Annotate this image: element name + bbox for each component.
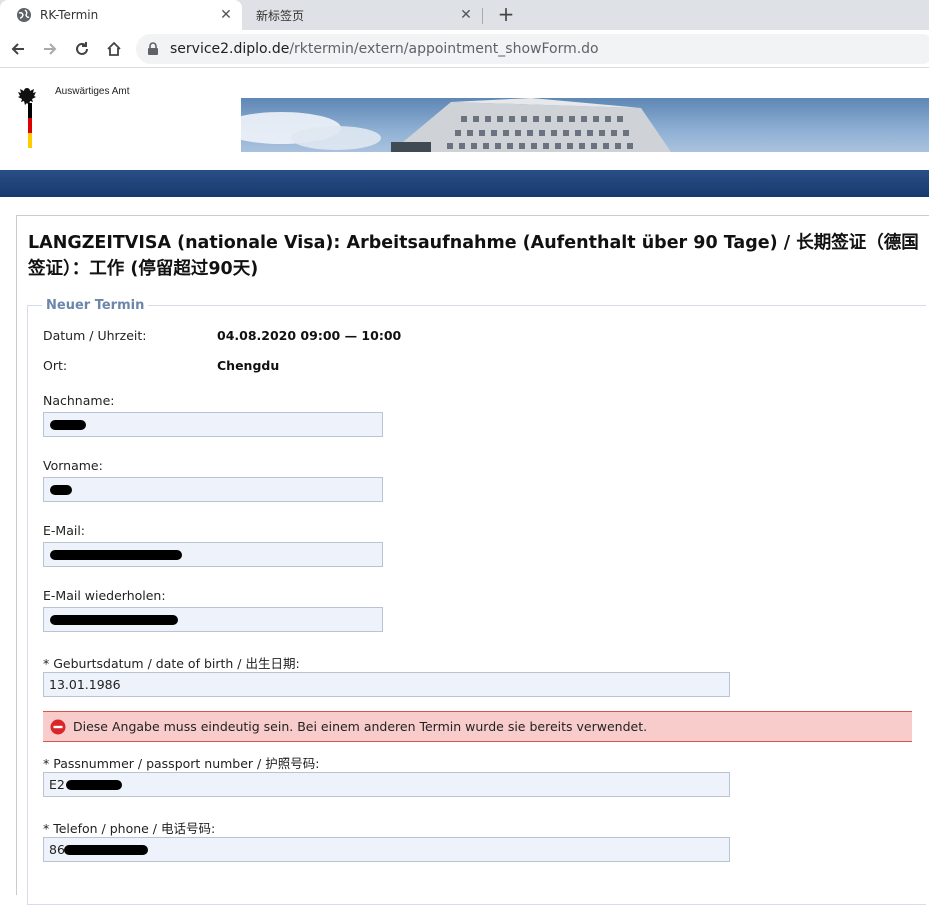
email-repeat-label: E-Mail wiederholen: [43, 588, 166, 603]
tab-new-tab[interactable]: 新标签页 ✕ [242, 0, 482, 30]
url-host: service2.diplo.de [170, 41, 290, 57]
birthdate-value: 13.01.1986 [49, 677, 121, 692]
phone-value: 86 [49, 842, 65, 857]
lastname-input[interactable] [43, 412, 383, 437]
header-banner-image [241, 98, 929, 152]
error-icon [50, 719, 66, 734]
form-legend: Neuer Termin [42, 298, 149, 313]
browser-toolbar: service2.diplo.de/rktermin/extern/appoin… [0, 30, 929, 68]
close-icon[interactable]: ✕ [458, 7, 474, 23]
federal-eagle-logo [16, 86, 38, 112]
globe-icon [17, 8, 31, 22]
date-value: 04.08.2020 09:00 — 10:00 [217, 328, 402, 343]
redaction-mark [50, 485, 72, 495]
birthdate-label: * Geburtsdatum / date of birth / 出生日期: [43, 656, 300, 671]
error-message: Diese Angabe muss eindeutig sein. Bei ei… [43, 711, 912, 742]
url-path: /rktermin/extern/appointment_showForm.do [289, 41, 599, 57]
firstname-label: Vorname: [43, 458, 103, 473]
tab-rk-termin[interactable]: RK-Termin ✕ [0, 0, 242, 30]
eagle-icon [18, 88, 36, 105]
tab-bar: RK-Termin ✕ 新标签页 ✕ + [0, 0, 929, 30]
email-label: E-Mail: [43, 523, 86, 538]
birthdate-input[interactable]: 13.01.1986 [43, 672, 730, 697]
german-flag-bar [28, 103, 32, 148]
redaction-mark [50, 615, 178, 625]
tab-separator [482, 8, 483, 24]
forward-arrow-icon[interactable] [38, 37, 62, 61]
passport-value: E2 [49, 777, 65, 792]
main-content: LANGZEITVISA (nationale Visa): Arbeitsau… [16, 215, 929, 905]
address-bar[interactable]: service2.diplo.de/rktermin/extern/appoin… [136, 34, 929, 64]
phone-input[interactable]: 86 [43, 837, 730, 862]
ministry-name: Auswärtiges Amt [55, 86, 130, 97]
home-icon[interactable] [102, 37, 126, 61]
redaction-mark [66, 780, 122, 790]
url-text: service2.diplo.de/rktermin/extern/appoin… [170, 41, 599, 57]
page: Auswärtiges Amt LANGZEITVISA (nationale … [0, 69, 929, 905]
email-input[interactable] [43, 542, 383, 567]
tab-title: RK-Termin [40, 8, 99, 22]
place-label: Ort: [43, 358, 68, 373]
page-title: LANGZEITVISA (nationale Visa): Arbeitsau… [28, 233, 919, 279]
firstname-input[interactable] [43, 477, 383, 502]
close-icon[interactable]: ✕ [218, 7, 234, 23]
passport-label: * Passnummer / passport number / 护照号码: [43, 756, 320, 771]
appointment-form: Neuer Termin Datum / Uhrzeit: 04.08.2020… [27, 298, 926, 905]
lastname-label: Nachname: [43, 393, 115, 408]
place-value: Chengdu [217, 358, 280, 373]
lock-icon[interactable] [146, 42, 160, 56]
passport-input[interactable]: E2 [43, 772, 730, 797]
redaction-mark [50, 420, 86, 430]
phone-label: * Telefon / phone / 电话号码: [43, 821, 216, 836]
new-tab-plus-icon[interactable]: + [494, 3, 518, 27]
back-arrow-icon[interactable] [6, 37, 30, 61]
date-label: Datum / Uhrzeit: [43, 328, 147, 343]
error-text: Diese Angabe muss eindeutig sein. Bei ei… [73, 719, 648, 734]
email-repeat-input[interactable] [43, 607, 383, 632]
redaction-mark [50, 550, 182, 560]
navigation-bar [0, 170, 929, 197]
redaction-mark [64, 845, 148, 855]
tab-title: 新标签页 [256, 8, 305, 23]
reload-icon[interactable] [70, 37, 94, 61]
